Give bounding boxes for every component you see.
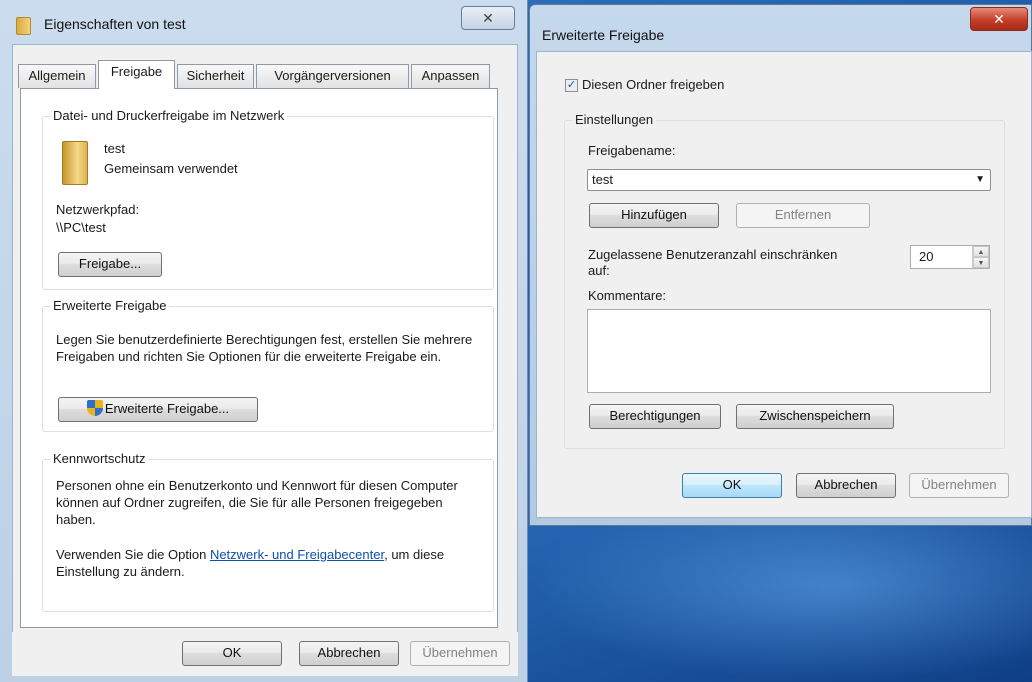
advanced-sharing-button-label: Erweiterte Freigabe...	[104, 401, 230, 416]
close-button[interactable]: ✕	[461, 6, 515, 30]
stepper-down-icon[interactable]: ▼	[973, 257, 989, 268]
user-limit-value: 20	[919, 249, 934, 264]
share-name-dropdown[interactable]: test ▼	[587, 169, 991, 191]
password-description: Personen ohne ein Benutzerkonto und Kenn…	[56, 478, 458, 527]
desktop-background	[530, 520, 1032, 682]
permissions-button[interactable]: Berechtigungen	[589, 404, 721, 429]
apply-button[interactable]: Übernehmen	[410, 641, 510, 666]
share-name-label: Freigabename:	[588, 143, 676, 158]
apply-button[interactable]: Übernehmen	[909, 473, 1009, 498]
stepper-up-icon[interactable]: ▲	[973, 246, 989, 257]
tab-vorgaengerversionen[interactable]: Vorgängerversionen	[256, 64, 409, 88]
properties-window: Eigenschaften von test ✕ Allgemein Freig…	[0, 0, 528, 682]
shared-folder-icon	[62, 141, 88, 185]
advanced-description: Legen Sie benutzerdefinierte Berechtigun…	[56, 332, 473, 364]
comments-textarea[interactable]	[587, 309, 991, 393]
group-title: Erweiterte Freigabe	[50, 298, 170, 313]
tab-anpassen[interactable]: Anpassen	[411, 64, 490, 88]
user-limit-label-suffix: auf:	[588, 263, 610, 278]
title-bar[interactable]: Eigenschaften von test ✕	[0, 0, 528, 40]
cancel-button[interactable]: Abbrechen	[299, 641, 399, 666]
tab-allgemein[interactable]: Allgemein	[18, 64, 96, 88]
folder-icon	[16, 17, 31, 35]
advanced-sharing-button[interactable]: Erweiterte Freigabe...	[58, 397, 258, 422]
network-sharing-center-link[interactable]: Netzwerk- und Freigabecenter	[210, 547, 384, 562]
network-path-label: Netzwerkpfad:	[56, 202, 140, 217]
folder-name: test	[104, 141, 125, 156]
hint-text: Verwenden Sie die Option	[56, 547, 210, 562]
group-title: Einstellungen	[572, 112, 657, 127]
remove-button[interactable]: Entfernen	[736, 203, 870, 228]
window-title: Eigenschaften von test	[44, 16, 186, 32]
user-limit-label: Zugelassene Benutzeranzahl einschränken	[588, 247, 838, 262]
tab-sicherheit[interactable]: Sicherheit	[177, 64, 254, 88]
chevron-down-icon: ▼	[975, 174, 985, 185]
add-button[interactable]: Hinzufügen	[589, 203, 719, 228]
close-button[interactable]: ✕	[970, 7, 1028, 31]
window-title: Erweiterte Freigabe	[542, 27, 665, 43]
caching-button[interactable]: Zwischenspeichern	[736, 404, 894, 429]
network-path-value: \\PC\test	[56, 220, 106, 235]
tab-freigabe[interactable]: Freigabe	[98, 60, 175, 89]
uac-shield-icon	[86, 400, 103, 416]
group-title: Kennwortschutz	[50, 451, 149, 466]
ok-button[interactable]: OK	[682, 473, 782, 498]
comments-label: Kommentare:	[588, 288, 667, 303]
group-title: Datei- und Druckerfreigabe im Netzwerk	[50, 108, 288, 123]
share-name-value: test	[592, 172, 613, 187]
ok-button[interactable]: OK	[182, 641, 282, 666]
folder-status: Gemeinsam verwendet	[104, 161, 238, 176]
password-hint: Verwenden Sie die Option Netzwerk- und F…	[56, 546, 486, 580]
share-button[interactable]: Freigabe...	[58, 252, 162, 277]
stepper-buttons: ▲ ▼	[972, 246, 989, 270]
cancel-button[interactable]: Abbrechen	[796, 473, 896, 498]
share-folder-checkbox[interactable]: ✓	[565, 79, 578, 92]
share-folder-label: Diesen Ordner freigeben	[582, 77, 725, 92]
